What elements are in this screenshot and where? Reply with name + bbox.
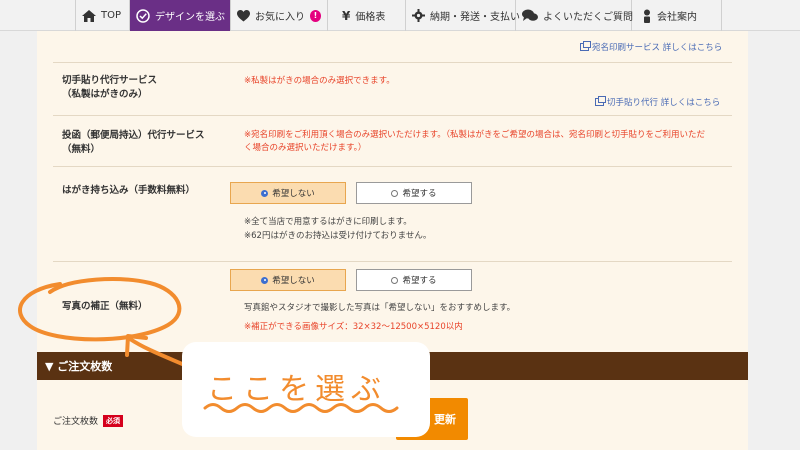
gear-icon (412, 9, 425, 22)
external-link-icon (595, 96, 606, 106)
nav-favorites[interactable]: お気に入り ! (231, 0, 328, 31)
nav-top-label: TOP (101, 10, 122, 21)
posting-service-label-line2: （無料） (62, 144, 101, 155)
bring-note-line2: ※62円はがきのお持込は受け付けておりません。 (244, 231, 432, 241)
posting-service-note-line2: く場合のみ選択いただけます。） (244, 143, 367, 153)
photo-option-no-label: 希望しない (272, 276, 315, 286)
yen-icon: ¥ (342, 8, 351, 23)
posting-service-label-line1: 投函（郵便局持込）代行サービス (62, 130, 205, 141)
photo-correction-note: 写真館やスタジオで撮影した写真は「希望しない」をおすすめします。 (244, 303, 516, 313)
bring-option-no-label: 希望しない (272, 189, 315, 199)
nav-company-label: 会社案内 (657, 12, 697, 23)
bring-postcards-note: ※全て当店で用意するはがきに印刷します。 ※62円はがきのお持込は受け付けており… (244, 215, 431, 243)
radio-selected-icon (261, 276, 269, 284)
row-divider (53, 261, 732, 262)
posting-service-note: ※宛名印刷をご利用頂く場合のみ選択いただけます。（私製はがきをご希望の場合は、宛… (244, 129, 734, 155)
nav-top[interactable]: TOP (75, 0, 130, 31)
person-icon (644, 9, 650, 23)
posting-service-note-line1: ※宛名印刷をご利用頂く場合のみ選択いただけます。（私製はがきをご希望の場合は、宛… (244, 130, 706, 140)
row-divider (53, 115, 732, 116)
check-circle-icon (136, 8, 150, 23)
posting-service-label: 投函（郵便局持込）代行サービス （無料） (62, 129, 205, 157)
nav-company[interactable]: 会社案内 (632, 0, 722, 31)
heart-icon (237, 9, 250, 21)
nav-delivery-label: 納期・発送・支払い (430, 12, 520, 23)
photo-option-yes[interactable]: 希望する (356, 269, 472, 291)
address-print-link-label: 宛名印刷サービス 詳しくはこちら (592, 43, 723, 53)
bring-option-yes[interactable]: 希望する (356, 182, 472, 204)
radio-empty-icon (391, 276, 399, 284)
stamp-service-note: ※私製はがきの場合のみ選択できます。 (244, 76, 395, 86)
stamp-service-label: 切手貼り代行サービス （私製はがきのみ） (62, 74, 157, 102)
photo-option-yes-label: 希望する (402, 276, 437, 286)
bring-note-line1: ※全て当店で用意するはがきに印刷します。 (244, 217, 412, 227)
photo-size-note: ※補正ができる画像サイズ：32×32～12500×5120以内 (244, 322, 463, 332)
nav-price[interactable]: ¥ 価格表 (328, 0, 406, 31)
row-divider (53, 166, 732, 167)
bring-option-no[interactable]: 希望しない (230, 182, 346, 204)
photo-option-no[interactable]: 希望しない (230, 269, 346, 291)
order-quantity-label-text: ご注文枚数 (53, 417, 99, 427)
nav-price-label: 価格表 (355, 12, 386, 23)
nav-favorites-label: お気に入り (255, 12, 305, 23)
external-link-icon (580, 41, 591, 51)
address-print-link[interactable]: 宛名印刷サービス 詳しくはこちら (580, 41, 722, 53)
radio-empty-icon (391, 189, 399, 197)
bring-option-yes-label: 希望する (402, 189, 437, 199)
bring-postcards-label: はがき持ち込み（手数料無料） (62, 185, 196, 196)
nav-faq-label: よくいただくご質問 (543, 12, 633, 23)
stamp-service-link[interactable]: 切手貼り代行 詳しくはこちら (595, 96, 720, 108)
chat-bubbles-icon (522, 9, 538, 21)
nav-faq[interactable]: よくいただくご質問 (516, 0, 633, 31)
favorites-count-badge: ! (310, 9, 321, 22)
home-icon (82, 9, 96, 22)
row-divider (53, 62, 732, 63)
nav-design-label: デザインを選ぶ (155, 12, 225, 23)
photo-correction-label: 写真の補正（無料） (62, 301, 148, 312)
stamp-service-link-label: 切手貼り代行 詳しくはこちら (607, 98, 721, 108)
order-quantity-label: ご注文枚数 必須 (53, 414, 124, 427)
nav-delivery[interactable]: 納期・発送・支払い (406, 0, 520, 31)
required-badge: 必須 (103, 414, 124, 427)
stamp-service-label-line1: 切手貼り代行サービス (62, 75, 158, 86)
radio-selected-icon (261, 189, 269, 197)
stamp-service-label-line2: （私製はがきのみ） (62, 89, 148, 100)
callout-text: ここを選ぶ (207, 372, 387, 407)
nav-design[interactable]: デザインを選ぶ (130, 0, 231, 31)
top-nav: TOP デザインを選ぶ お気に入り ! ¥ 価格表 納期・発送・支払い よくいた… (0, 0, 800, 31)
